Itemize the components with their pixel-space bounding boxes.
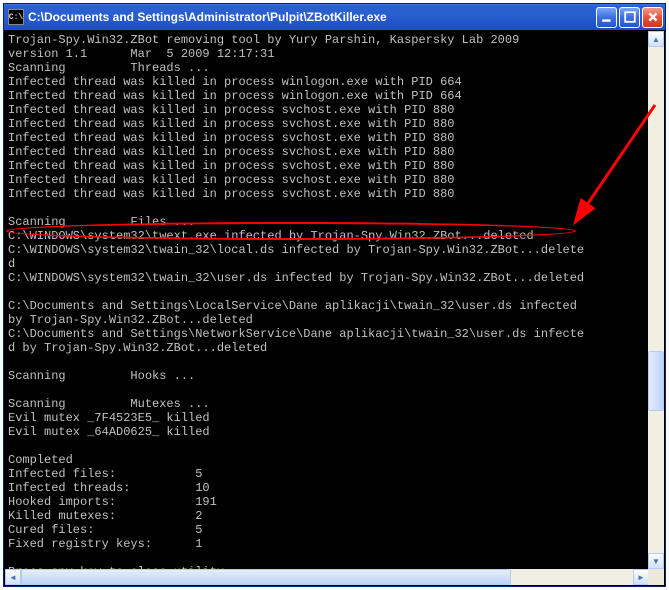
console-line: C:\Documents and Settings\NetworkService… — [8, 327, 661, 341]
console-line: Infected thread was killed in process wi… — [8, 89, 661, 103]
console-line — [8, 285, 661, 299]
title-text: C:\Documents and Settings\Administrator\… — [28, 10, 596, 24]
console-line: version 1.1 Mar 5 2009 12:17:31 — [8, 47, 661, 61]
console-line: Completed — [8, 453, 661, 467]
console-line: Infected thread was killed in process sv… — [8, 131, 661, 145]
console-line: C:\WINDOWS\system32\twain_32\local.ds in… — [8, 243, 661, 257]
horizontal-scrollbar[interactable]: ◄ ► — [5, 569, 649, 585]
console-line: Hooked imports: 191 — [8, 495, 661, 509]
scroll-track-v[interactable] — [648, 47, 664, 553]
console-line: Infected thread was killed in process sv… — [8, 159, 661, 173]
cmd-icon: C:\ — [8, 9, 24, 25]
scroll-thumb-v[interactable] — [648, 351, 664, 411]
console-line — [8, 551, 661, 565]
console-line: Infected thread was killed in process sv… — [8, 173, 661, 187]
console-line: Infected files: 5 — [8, 467, 661, 481]
scroll-track-h[interactable] — [21, 569, 633, 585]
console-line: Evil mutex _7F4523E5_ killed — [8, 411, 661, 425]
console-line — [8, 201, 661, 215]
console-line: d — [8, 257, 661, 271]
scroll-left-button[interactable]: ◄ — [5, 569, 21, 585]
scroll-down-button[interactable]: ▼ — [648, 553, 664, 569]
console-line: Cured files: 5 — [8, 523, 661, 537]
console-line: Fixed registry keys: 1 — [8, 537, 661, 551]
minimize-button[interactable] — [596, 7, 617, 28]
console-line: Killed mutexes: 2 — [8, 509, 661, 523]
console-line: Infected thread was killed in process sv… — [8, 103, 661, 117]
command-prompt-window: C:\ C:\Documents and Settings\Administra… — [3, 3, 666, 587]
console-line: C:\WINDOWS\system32\twext.exe infected b… — [8, 229, 661, 243]
console-line — [8, 383, 661, 397]
console-line — [8, 439, 661, 453]
maximize-button[interactable] — [619, 7, 640, 28]
console-line — [8, 355, 661, 369]
console-line: Infected threads: 10 — [8, 481, 661, 495]
scrollbar-corner — [648, 569, 664, 585]
console-line: Scanning Mutexes ... — [8, 397, 661, 411]
console-line: Infected thread was killed in process sv… — [8, 187, 661, 201]
console-line: Scanning Files ... — [8, 215, 661, 229]
scroll-up-button[interactable]: ▲ — [648, 31, 664, 47]
close-button[interactable] — [642, 7, 663, 28]
window-buttons — [596, 7, 663, 28]
console-line: d by Trojan-Spy.Win32.ZBot...deleted — [8, 341, 661, 355]
console-line: Infected thread was killed in process sv… — [8, 117, 661, 131]
titlebar[interactable]: C:\ C:\Documents and Settings\Administra… — [4, 4, 665, 30]
console-line: Trojan-Spy.Win32.ZBot removing tool by Y… — [8, 33, 661, 47]
console-line: Evil mutex _64AD0625_ killed — [8, 425, 661, 439]
console-line: Infected thread was killed in process wi… — [8, 75, 661, 89]
console-output: Trojan-Spy.Win32.ZBot removing tool by Y… — [4, 30, 665, 586]
scroll-right-button[interactable]: ► — [633, 569, 649, 585]
scroll-thumb-h[interactable] — [21, 569, 511, 585]
console-line: C:\WINDOWS\system32\twain_32\user.ds inf… — [8, 271, 661, 285]
console-line: Infected thread was killed in process sv… — [8, 145, 661, 159]
vertical-scrollbar[interactable]: ▲ ▼ — [648, 31, 664, 569]
console-line: by Trojan-Spy.Win32.ZBot...deleted — [8, 313, 661, 327]
console-line: Scanning Threads ... — [8, 61, 661, 75]
console-line: Scanning Hooks ... — [8, 369, 661, 383]
console-line: C:\Documents and Settings\LocalService\D… — [8, 299, 661, 313]
